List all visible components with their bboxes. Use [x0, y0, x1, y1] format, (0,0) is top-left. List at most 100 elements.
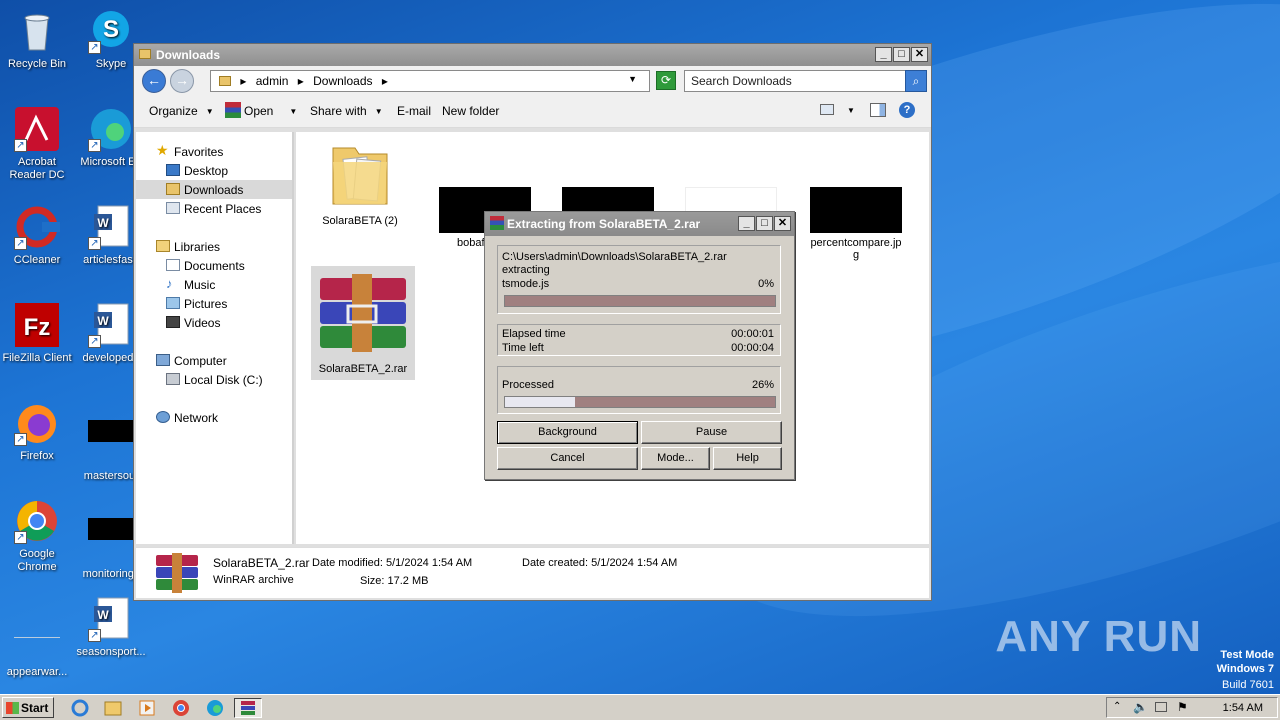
nav-libraries[interactable]: Libraries — [136, 237, 292, 256]
email-button[interactable]: E-mail — [397, 104, 431, 118]
file-progress-group: C:\Users\admin\Downloads\SolaraBETA_2.ra… — [497, 245, 781, 314]
maximize-button[interactable]: □ — [756, 216, 773, 231]
taskbar-chrome[interactable] — [167, 698, 195, 718]
chevron-down-icon: ▼ — [205, 107, 214, 116]
desktop-icon-appearwar[interactable]: appearwar... — [0, 596, 74, 679]
dialog-titlebar[interactable]: Extracting from SolaraBETA_2.rar _ □ ✕ — [485, 212, 794, 236]
desktop-icon-acrobat[interactable]: ↗ Acrobat Reader DC — [0, 106, 74, 182]
winrar-icon — [225, 102, 241, 118]
breadcrumb-downloads[interactable]: Downloads — [313, 74, 372, 88]
clock[interactable]: 1:54 AM — [1223, 702, 1263, 714]
organize-button[interactable]: Organize ▼ — [149, 104, 214, 118]
nav-music[interactable]: ♪ Music — [136, 275, 292, 294]
nav-computer-label: Computer — [174, 354, 227, 368]
nav-videos[interactable]: Videos — [136, 313, 292, 332]
details-date-created: Date created: 5/1/2024 1:54 AM — [522, 557, 678, 569]
file-item-folder[interactable]: SolaraBETA (2) — [314, 138, 406, 227]
help-icon[interactable]: ? — [899, 102, 915, 118]
maximize-button[interactable]: □ — [893, 47, 910, 62]
back-button[interactable]: ← — [142, 69, 166, 93]
shortcut-arrow-icon: ↗ — [88, 139, 101, 152]
winrar-archive-icon — [154, 552, 200, 597]
taskbar-winrar[interactable] — [234, 698, 262, 718]
close-button[interactable]: ✕ — [774, 216, 791, 231]
folder-icon — [219, 76, 231, 86]
search-icon[interactable]: ⌕ — [905, 70, 927, 92]
nav-recent-places[interactable]: Recent Places — [136, 199, 292, 218]
desktop-icon-firefox[interactable]: ↗ Firefox — [0, 400, 74, 463]
explorer-titlebar[interactable]: Downloads _ □ ✕ — [134, 44, 931, 66]
chrome-icon — [173, 700, 189, 716]
media-player-icon — [139, 700, 155, 716]
organize-label: Organize — [149, 104, 198, 118]
current-file: tsmode.js — [502, 278, 550, 290]
nav-favorites[interactable]: ★ Favorites — [136, 142, 292, 161]
nav-network[interactable]: Network — [136, 408, 292, 427]
nav-downloads[interactable]: Downloads — [136, 180, 292, 199]
taskbar-media-player[interactable] — [133, 698, 161, 718]
processed-progress-bar — [504, 396, 776, 408]
chevron-down-icon: ▼ — [374, 107, 383, 116]
change-view-icon[interactable] — [820, 104, 834, 115]
shortcut-arrow-icon: ↗ — [88, 629, 101, 642]
nav-documents[interactable]: Documents — [136, 256, 292, 275]
desktop-icon-chrome[interactable]: ↗ Google Chrome — [0, 498, 74, 574]
file-percent: 0% — [758, 278, 774, 290]
cancel-button[interactable]: Cancel — [497, 447, 638, 470]
help-button[interactable]: Help — [713, 447, 782, 470]
nav-local-disk-label: Local Disk (C:) — [184, 373, 263, 387]
time-left-value: 00:00:04 — [731, 342, 774, 354]
file-name: SolaraBETA (2) — [322, 215, 398, 227]
black-thumbnail-icon — [88, 518, 134, 564]
mode-button[interactable]: Mode... — [641, 447, 710, 470]
refresh-button[interactable]: ⟳ — [656, 71, 676, 90]
taskbar-ie[interactable] — [66, 698, 94, 718]
svg-text:Fz: Fz — [24, 314, 51, 341]
minimize-button[interactable]: _ — [738, 216, 755, 231]
search-input[interactable]: Search Downloads — [684, 70, 906, 92]
nav-local-disk[interactable]: Local Disk (C:) — [136, 370, 292, 389]
winrar-archive-icon — [311, 272, 415, 359]
start-button[interactable]: Start — [2, 697, 54, 718]
winrar-extract-dialog[interactable]: Extracting from SolaraBETA_2.rar _ □ ✕ C… — [484, 211, 795, 480]
background-button[interactable]: Background — [497, 421, 638, 444]
share-with-button[interactable]: Share with ▼ — [310, 104, 383, 118]
winrar-icon — [490, 216, 504, 230]
minimize-button[interactable]: _ — [875, 47, 892, 62]
taskbar-explorer[interactable] — [99, 698, 127, 718]
shortcut-arrow-icon: ↗ — [88, 41, 101, 54]
file-item-rar[interactable]: SolaraBETA_2.rar — [311, 266, 415, 380]
desktop-icon-ccleaner[interactable]: ↗ CCleaner — [0, 204, 74, 267]
action-center-flag-icon[interactable]: ⚑ — [1177, 700, 1188, 714]
black-thumbnail-icon — [88, 420, 134, 466]
libraries-icon — [156, 240, 170, 252]
details-size: Size: 17.2 MB — [360, 575, 429, 587]
firefox-icon: ↗ — [14, 400, 60, 446]
svg-text:W: W — [97, 314, 109, 328]
address-bar[interactable]: ▸ admin ▸ Downloads ▸ ▼ — [210, 70, 650, 92]
close-button[interactable]: ✕ — [911, 47, 928, 62]
pause-button[interactable]: Pause — [641, 421, 782, 444]
taskbar-edge[interactable] — [201, 698, 229, 718]
desktop-icon-recycle-bin[interactable]: Recycle Bin — [0, 8, 74, 71]
preview-pane-icon[interactable] — [870, 103, 886, 117]
nav-computer[interactable]: Computer — [136, 351, 292, 370]
word-document-icon: W ↗ — [88, 302, 134, 348]
nav-pictures-label: Pictures — [184, 297, 228, 311]
desktop-icon-seasonsport[interactable]: W ↗ seasonsport... — [74, 596, 148, 659]
breadcrumb-admin[interactable]: admin — [256, 74, 289, 88]
chevron-down-icon[interactable]: ▼ — [628, 74, 637, 84]
downloads-folder-icon — [166, 183, 180, 195]
forward-button[interactable]: → — [170, 69, 194, 93]
show-hidden-icons-icon[interactable]: ⌃ — [1113, 701, 1121, 712]
nav-pictures[interactable]: Pictures — [136, 294, 292, 313]
new-folder-button[interactable]: New folder — [442, 104, 499, 118]
network-icon[interactable] — [1155, 702, 1167, 712]
open-button[interactable]: Open ▼ — [244, 104, 297, 118]
desktop-icon-filezilla[interactable]: Fz FileZilla Client — [0, 302, 74, 365]
speaker-icon[interactable]: 🔈 — [1133, 700, 1148, 714]
folder-icon — [139, 49, 151, 59]
nav-desktop[interactable]: Desktop — [136, 161, 292, 180]
file-item-percentcompare[interactable]: percentcompare.jpg — [806, 187, 906, 261]
chevron-down-icon[interactable]: ▼ — [847, 106, 855, 115]
